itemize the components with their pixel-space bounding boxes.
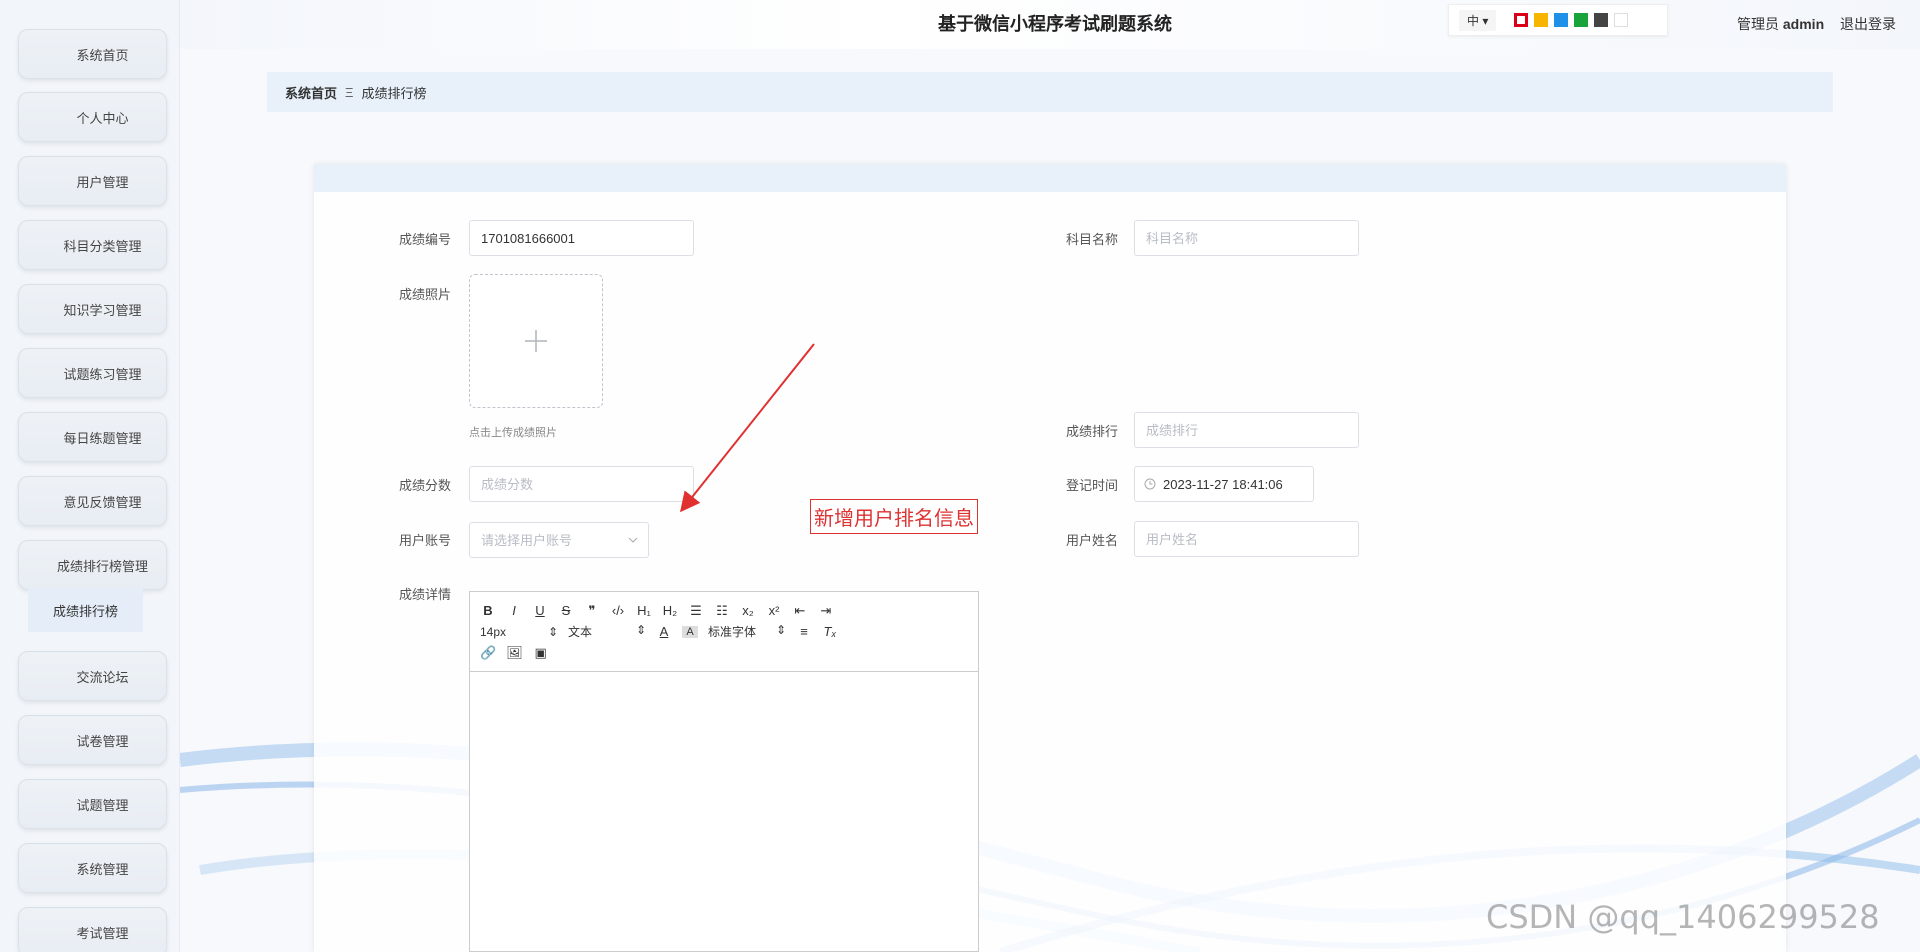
sidebar-item-knowledge[interactable]: 知识学习管理 <box>18 284 167 334</box>
photo-label: 成绩照片 <box>399 287 452 302</box>
sidebar-item-ranking[interactable]: 成绩排行榜管理 <box>18 540 167 590</box>
sidebar-item-questions[interactable]: 试题管理 <box>18 779 167 829</box>
align-icon[interactable]: ≡ <box>796 624 812 639</box>
subscript-button[interactable]: x₂ <box>740 603 756 618</box>
account-label: 用户账号 <box>399 533 452 548</box>
bullet-list-button[interactable]: ☷ <box>714 603 730 619</box>
chevron-down-icon <box>628 537 638 543</box>
sidebar-subitem-ranking[interactable]: 成绩排行榜 <box>28 588 143 632</box>
background-color-icon[interactable]: A <box>682 625 698 638</box>
superscript-button[interactable]: x² <box>766 603 782 618</box>
top-header: 基于微信小程序考试刷题系统 中 ▾ 管理员 admin 退出登录 <box>180 0 1920 49</box>
score-input[interactable] <box>469 466 694 502</box>
reg-time-label: 登记时间 <box>1066 478 1119 493</box>
editor-toolbar: B I U S ❞ ‹/› H₁ H₂ ☰ ☷ x₂ x² ⇤ ⇥ 14px ⇕ … <box>470 592 978 672</box>
link-icon[interactable]: 🔗 <box>480 645 496 661</box>
sidebar-item-system[interactable]: 系统管理 <box>18 843 167 893</box>
theme-swatch-yellow[interactable] <box>1534 13 1549 27</box>
sidebar-item-daily[interactable]: 每日练题管理 <box>18 412 167 462</box>
block-type-select[interactable]: 文本 ⇕ <box>568 623 646 640</box>
sidebar-item-profile[interactable]: 个人中心 <box>18 92 167 142</box>
detail-label: 成绩详情 <box>399 587 452 602</box>
breadcrumb: 系统首页 Ξ 成绩排行榜 <box>267 72 1833 112</box>
image-icon[interactable]: 🖼 <box>506 645 523 661</box>
theme-swatch-green[interactable] <box>1574 13 1589 27</box>
form-card: 成绩编号 科目名称 成绩照片 点击上传成绩照片 成绩排行 成绩分数 登记时间 用… <box>314 164 1786 952</box>
logout-button[interactable]: 退出登录 <box>1840 14 1896 34</box>
sidebar-item-feedback[interactable]: 意见反馈管理 <box>18 476 167 526</box>
breadcrumb-separator: Ξ <box>345 84 354 100</box>
card-header <box>314 164 1786 192</box>
watermark: CSDN @qq_1406299528 <box>1486 898 1880 936</box>
bold-button[interactable]: B <box>480 603 496 618</box>
score-no-label: 成绩编号 <box>399 232 452 247</box>
reg-time-input[interactable] <box>1134 466 1314 502</box>
strike-button[interactable]: S <box>558 603 574 618</box>
subject-input[interactable] <box>1134 220 1359 256</box>
subject-label: 科目名称 <box>1066 232 1119 247</box>
user-info: 管理员 admin <box>1737 16 1825 32</box>
sidebar-item-forum[interactable]: 交流论坛 <box>18 651 167 701</box>
sidebar-item-practice[interactable]: 试题练习管理 <box>18 348 167 398</box>
theme-swatch-blue[interactable] <box>1554 13 1569 27</box>
toolbar-row-format: B I U S ❞ ‹/› H₁ H₂ ☰ ☷ x₂ x² ⇤ ⇥ <box>480 600 968 621</box>
rank-input[interactable] <box>1134 412 1359 448</box>
sidebar-item-users[interactable]: 用户管理 <box>18 156 167 206</box>
outdent-button[interactable]: ⇤ <box>792 603 808 619</box>
app-title: 基于微信小程序考试刷题系统 <box>938 14 1172 35</box>
font-size-select[interactable]: 14px ⇕ <box>480 625 558 639</box>
photo-upload[interactable] <box>469 274 603 408</box>
theme-swatch-dark[interactable] <box>1594 13 1609 27</box>
font-color-icon[interactable]: A <box>656 624 672 639</box>
font-family-select[interactable]: 标准字体 ⇕ <box>708 623 786 640</box>
quote-button[interactable]: ❞ <box>584 603 600 619</box>
score-label: 成绩分数 <box>399 478 452 493</box>
photo-upload-hint: 点击上传成绩照片 <box>469 427 557 439</box>
score-no-input[interactable] <box>469 220 694 256</box>
plus-icon <box>525 330 547 352</box>
breadcrumb-current: 成绩排行榜 <box>361 85 427 101</box>
h1-button[interactable]: H₁ <box>636 603 652 618</box>
clock-icon <box>1144 478 1156 490</box>
toolbar-row-style: 14px ⇕ 文本 ⇕ A A 标准字体 ⇕ ≡ Tₓ <box>480 621 968 642</box>
toolbar-row-insert: 🔗 🖼 ▣ <box>480 642 968 663</box>
annotation-label: 新增用户排名信息 <box>810 499 978 534</box>
rank-label: 成绩排行 <box>1066 424 1119 439</box>
sidebar-item-exams[interactable]: 考试管理 <box>18 907 167 952</box>
sidebar: 系统首页 个人中心 用户管理 科目分类管理 知识学习管理 试题练习管理 每日练题… <box>0 0 180 952</box>
code-button[interactable]: ‹/› <box>610 603 626 618</box>
user-name-input[interactable] <box>1134 521 1359 557</box>
h2-button[interactable]: H₂ <box>662 603 678 618</box>
theme-switcher: 中 ▾ <box>1448 4 1668 36</box>
theme-swatch-white[interactable] <box>1614 13 1629 27</box>
reg-time-picker[interactable] <box>1134 466 1314 502</box>
ordered-list-button[interactable]: ☰ <box>688 603 704 619</box>
language-select[interactable]: 中 ▾ <box>1459 9 1497 31</box>
account-select[interactable] <box>469 522 649 558</box>
sidebar-item-papers[interactable]: 试卷管理 <box>18 715 167 765</box>
sidebar-item-home[interactable]: 系统首页 <box>18 29 167 79</box>
rich-text-editor: B I U S ❞ ‹/› H₁ H₂ ☰ ☷ x₂ x² ⇤ ⇥ 14px ⇕ … <box>469 591 979 952</box>
editor-content-area[interactable] <box>470 672 978 952</box>
clear-format-icon[interactable]: Tₓ <box>822 624 838 639</box>
breadcrumb-home[interactable]: 系统首页 <box>285 83 337 102</box>
underline-button[interactable]: U <box>532 603 548 618</box>
user-name-label: 用户姓名 <box>1066 533 1119 548</box>
video-icon[interactable]: ▣ <box>533 645 549 661</box>
account-select-input[interactable] <box>469 522 649 558</box>
indent-button[interactable]: ⇥ <box>818 603 834 619</box>
theme-swatch-red[interactable] <box>1514 13 1529 27</box>
italic-button[interactable]: I <box>506 603 522 618</box>
sidebar-item-subject-category[interactable]: 科目分类管理 <box>18 220 167 270</box>
